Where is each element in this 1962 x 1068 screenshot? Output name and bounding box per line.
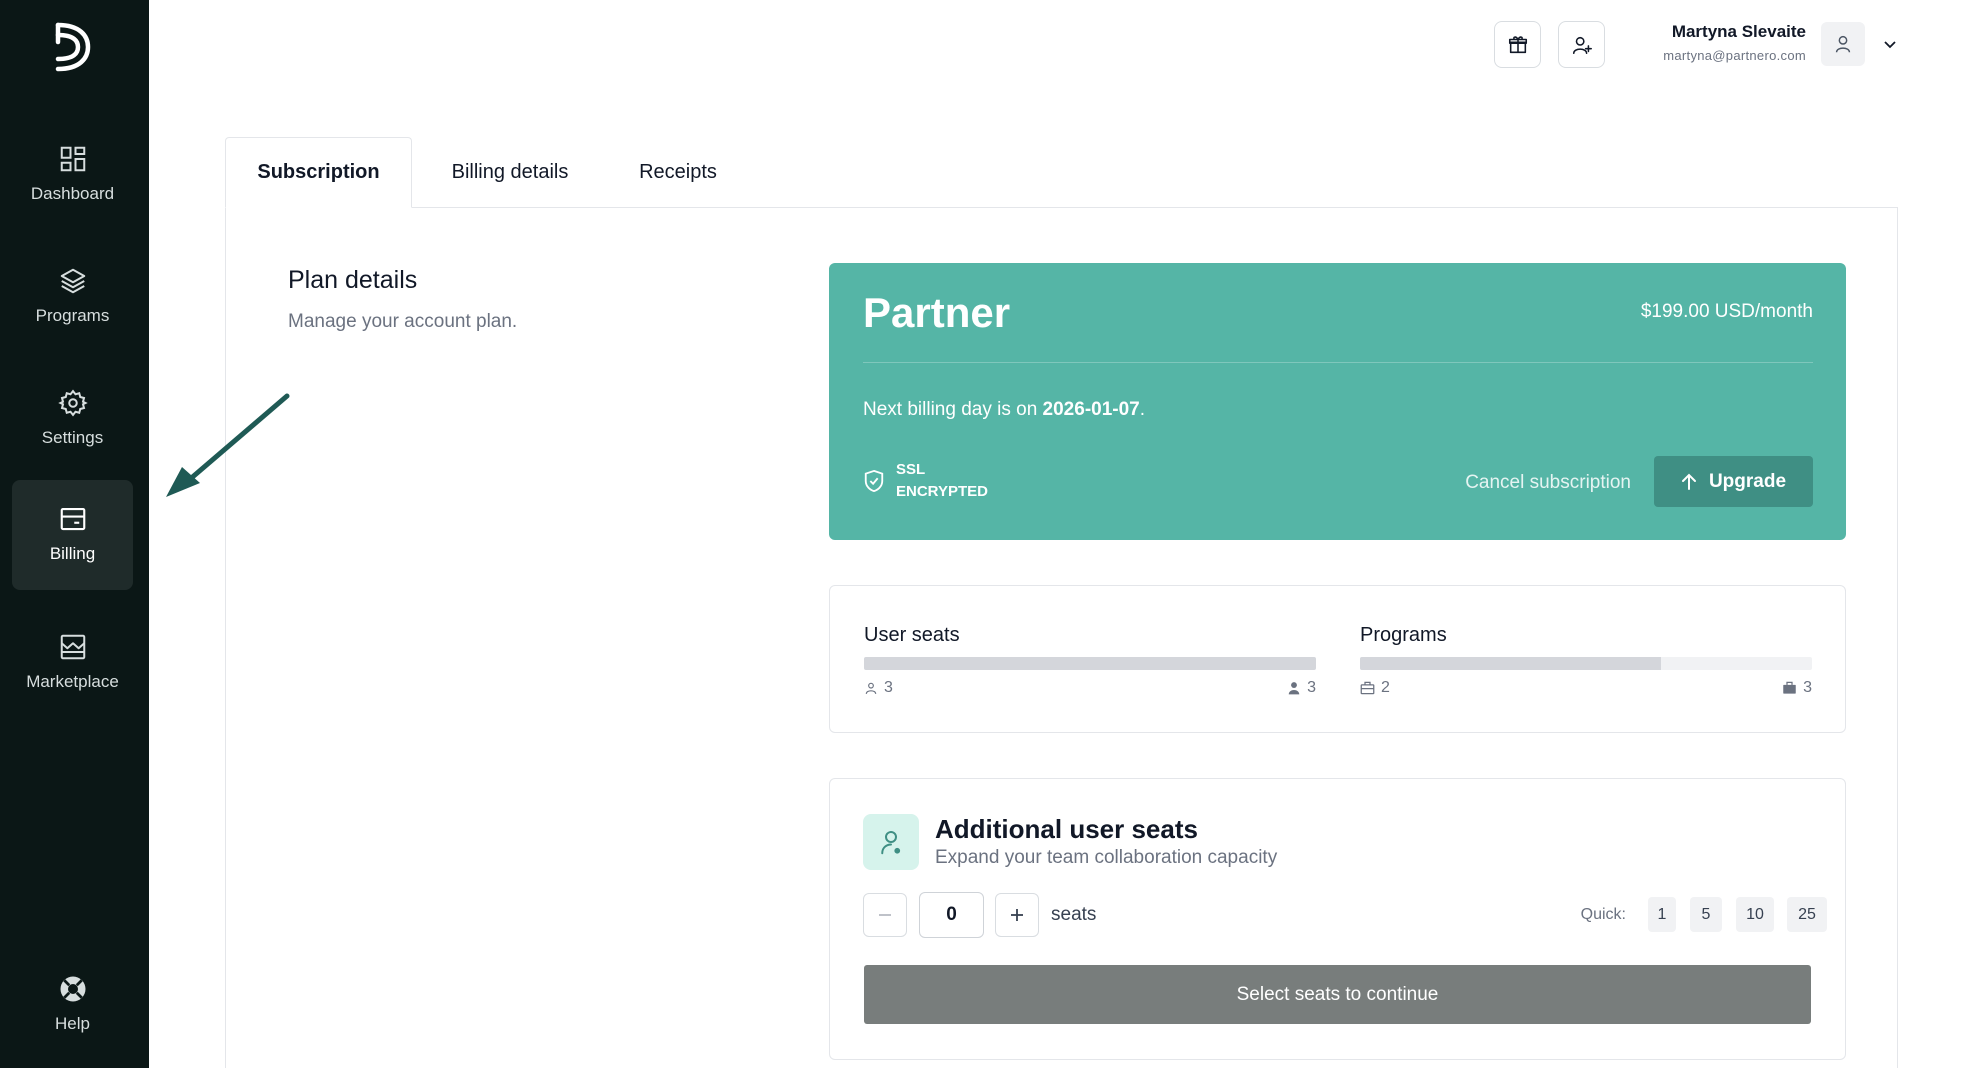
next-billing-date: 2026-01-07	[1042, 399, 1140, 420]
tab-subscription[interactable]: Subscription	[225, 137, 412, 208]
programs-usage: Programs 2 3	[1360, 624, 1812, 697]
sidebar-item-label: Billing	[49, 544, 96, 563]
upgrade-button[interactable]: Upgrade	[1654, 456, 1813, 507]
user-outline-icon	[865, 682, 877, 694]
programs-used: 2	[1381, 679, 1390, 696]
invite-user-button[interactable]	[1558, 21, 1605, 68]
ssl-text-line1: SSL	[896, 461, 926, 478]
tab-receipts[interactable]: Receipts	[628, 137, 728, 208]
sidebar-item-billing[interactable]: Billing	[12, 480, 133, 590]
additional-seats-card: Additional user seats Expand your team c…	[829, 778, 1846, 1060]
user-seats-usage: User seats 3 3	[864, 624, 1316, 697]
divider	[863, 362, 1813, 363]
quick-select-25[interactable]: 25	[1787, 897, 1827, 932]
partnero-logo[interactable]	[52, 22, 92, 72]
decrement-seats-button[interactable]	[863, 893, 907, 937]
user-filled-icon	[1288, 682, 1300, 695]
briefcase-filled-icon	[1783, 681, 1796, 694]
chevron-down-icon[interactable]	[1880, 34, 1900, 54]
next-billing-suffix: .	[1139, 399, 1146, 420]
user-seat-icon	[881, 831, 901, 855]
plus-icon	[1011, 909, 1023, 921]
sidebar-item-label: Settings	[41, 428, 104, 447]
sidebar-item-label: Help	[55, 1014, 90, 1033]
user-seats-title: User seats	[864, 624, 960, 646]
sidebar-item-label: Programs	[35, 306, 110, 325]
shield-check-icon	[864, 469, 884, 493]
user-seats-limit: 3	[1307, 679, 1316, 696]
ssl-text-line2: ENCRYPTED	[896, 483, 988, 500]
next-billing-text: Next billing day is on 2026-01-07.	[863, 399, 1145, 421]
usage-card: User seats 3 3 Programs 2 3	[829, 585, 1846, 733]
sidebar-item-label: Dashboard	[30, 184, 115, 203]
minus-icon	[879, 914, 891, 916]
gift-icon	[1508, 35, 1527, 53]
sidebar-item-label: Marketplace	[26, 672, 119, 691]
credit-card-icon	[60, 507, 85, 531]
sidebar-item-dashboard[interactable]: Dashboard	[12, 120, 133, 230]
user-seats-used: 3	[884, 679, 893, 696]
sidebar-item-marketplace[interactable]: Marketplace	[12, 608, 133, 718]
ssl-badge: SSL ENCRYPTED	[863, 459, 988, 503]
avatar[interactable]	[1821, 22, 1865, 66]
user-seats-progress-bar	[864, 657, 1316, 670]
user-icon	[1835, 35, 1851, 53]
sidebar-item-help[interactable]: Help	[12, 950, 133, 1060]
plan-details-subtitle: Manage your account plan.	[288, 311, 518, 332]
sidebar-item-programs[interactable]: Programs	[12, 242, 133, 352]
pointer-arrow-annotation	[166, 393, 290, 497]
plan-details-title: Plan details	[288, 266, 418, 294]
seats-unit-label: seats	[1051, 904, 1097, 925]
briefcase-outline-icon	[1360, 681, 1375, 695]
programs-progress-bar	[1360, 657, 1812, 670]
plan-name: Partner	[863, 289, 1011, 336]
partner-plan-card: Partner $199.00 USD/month Next billing d…	[829, 263, 1846, 540]
user-seat-icon-wrapper	[863, 814, 919, 870]
cancel-subscription-link[interactable]: Cancel subscription	[1465, 472, 1631, 494]
quick-select-label: Quick:	[1580, 906, 1626, 923]
quick-select-5[interactable]: 5	[1690, 897, 1722, 932]
lifebuoy-icon	[60, 976, 85, 1002]
arrow-up-icon	[1681, 473, 1696, 490]
programs-progress-fill	[1360, 657, 1662, 670]
programs-limit: 3	[1803, 679, 1812, 696]
seats-quantity-input[interactable]	[919, 892, 984, 938]
quick-select-1[interactable]: 1	[1648, 897, 1676, 932]
user-plus-icon	[1572, 36, 1592, 54]
tab-billing-details[interactable]: Billing details	[440, 137, 580, 208]
additional-seats-title: Additional user seats	[935, 814, 1198, 844]
user-email: martyna@partnero.com	[1663, 48, 1806, 63]
select-seats-continue-button[interactable]: Select seats to continue	[864, 965, 1811, 1024]
gear-icon	[57, 389, 88, 417]
increment-seats-button[interactable]	[995, 893, 1039, 937]
dashboard-icon	[60, 146, 85, 172]
additional-seats-subtitle: Expand your team collaboration capacity	[935, 847, 1278, 868]
layers-icon	[60, 268, 85, 294]
gift-button[interactable]	[1494, 21, 1541, 68]
programs-title: Programs	[1360, 624, 1447, 646]
user-seats-progress-fill	[864, 657, 1316, 670]
next-billing-prefix: Next billing day is on	[863, 399, 1043, 420]
store-icon	[60, 634, 85, 660]
user-name: Martyna Slevaite	[1671, 22, 1806, 41]
quick-select-10[interactable]: 10	[1736, 897, 1774, 932]
plan-price: $199.00 USD/month	[1640, 301, 1813, 322]
upgrade-label: Upgrade	[1708, 470, 1787, 492]
sidebar: Dashboard Programs Settings Billing Mark…	[0, 0, 149, 1068]
sidebar-item-settings[interactable]: Settings	[12, 364, 133, 474]
